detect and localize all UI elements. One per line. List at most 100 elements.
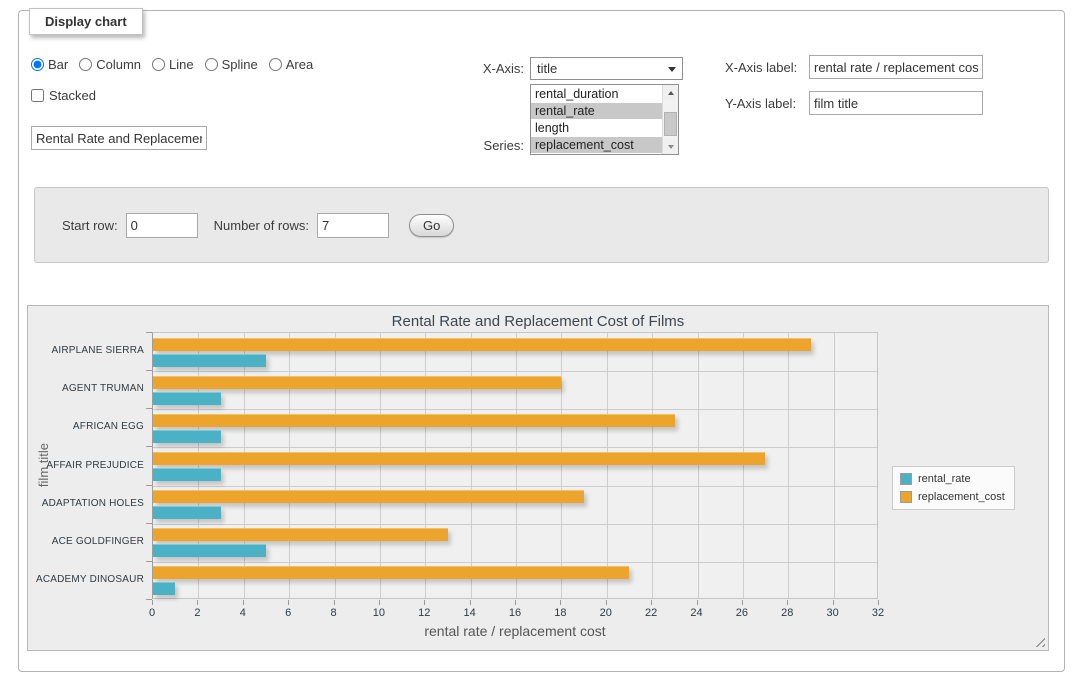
scrollbar-down-button[interactable]	[663, 139, 678, 154]
x-tick-label: 10	[373, 607, 385, 619]
x-tick-label: 14	[464, 607, 476, 619]
y-axis-label-input[interactable]	[809, 91, 983, 115]
bar-replacement_cost	[153, 452, 765, 465]
gridline	[652, 333, 653, 598]
gridline	[153, 562, 877, 563]
gridline	[425, 333, 426, 598]
y-axis-tick	[146, 370, 152, 371]
gridline	[834, 333, 835, 598]
x-axis-tick	[243, 600, 244, 605]
x-tick-label: 24	[690, 607, 702, 619]
chart-type-option-bar[interactable]: Bar	[31, 57, 68, 72]
bar-replacement_cost	[153, 338, 811, 351]
stacked-label: Stacked	[49, 88, 96, 103]
page: Display chart BarColumnLineSplineArea St…	[0, 0, 1081, 681]
x-axis-tick	[197, 600, 198, 605]
x-axis-tick	[742, 600, 743, 605]
bar-rental_rate	[153, 582, 175, 595]
series-option-length[interactable]: length	[531, 120, 662, 136]
number-of-rows-input[interactable]	[317, 213, 389, 238]
gridline	[289, 333, 290, 598]
category-label: ADAPTATION HOLES	[30, 498, 144, 510]
bar-replacement_cost	[153, 528, 448, 541]
number-of-rows-label: Number of rows:	[214, 218, 309, 233]
legend-entry-rental_rate: rental_rate	[900, 473, 1005, 485]
series-listbox[interactable]: rental_durationrental_ratelengthreplacem…	[530, 84, 679, 155]
chart-type-radio-area[interactable]	[269, 58, 282, 71]
series-option-replacement_cost[interactable]: replacement_cost	[531, 137, 662, 153]
x-tick-label: 26	[736, 607, 748, 619]
x-axis-tick	[470, 600, 471, 605]
gridline	[153, 524, 877, 525]
x-axis-tick	[515, 600, 516, 605]
go-button[interactable]: Go	[409, 214, 454, 237]
y-axis-tick	[146, 485, 152, 486]
legend-label: rental_rate	[912, 473, 971, 485]
scrollbar-thumb[interactable]	[664, 112, 677, 136]
x-axis-tick	[152, 600, 153, 605]
resize-grip-icon[interactable]	[1032, 634, 1045, 647]
gridline	[244, 333, 245, 598]
x-axis-title: rental rate / replacement cost	[152, 623, 878, 639]
chart-type-label: Bar	[48, 57, 68, 72]
legend-entry-replacement_cost: replacement_cost	[900, 491, 1005, 503]
gridline	[743, 333, 744, 598]
y-axis-tick	[146, 523, 152, 524]
gridline	[698, 333, 699, 598]
chart-type-option-line[interactable]: Line	[152, 57, 194, 72]
x-axis-tick	[833, 600, 834, 605]
chart-type-label: Area	[286, 57, 313, 72]
chart-legend: rental_rate replacement_cost	[892, 466, 1015, 510]
legend-swatch	[900, 473, 912, 485]
chart-type-option-column[interactable]: Column	[79, 57, 141, 72]
x-tick-label: 32	[872, 607, 884, 619]
x-tick-label: 28	[781, 607, 793, 619]
x-tick-label: 20	[600, 607, 612, 619]
gridline	[516, 333, 517, 598]
chart-type-label: Column	[96, 57, 141, 72]
x-axis-tick	[334, 600, 335, 605]
x-axis-tick	[379, 600, 380, 605]
chart-type-radio-column[interactable]	[79, 58, 92, 71]
stacked-checkbox-row[interactable]: Stacked	[31, 88, 96, 103]
gridline	[380, 333, 381, 598]
scrollbar-up-button[interactable]	[663, 85, 678, 100]
series-option-rental_duration[interactable]: rental_duration	[531, 86, 662, 102]
chevron-down-icon	[668, 67, 676, 72]
series-option-rental_rate[interactable]: rental_rate	[531, 103, 662, 119]
bar-rental_rate	[153, 468, 221, 481]
bar-rental_rate	[153, 354, 266, 367]
gridline	[153, 409, 877, 410]
chart-type-option-area[interactable]: Area	[269, 57, 313, 72]
chart-type-radio-bar[interactable]	[31, 58, 44, 71]
start-row-input[interactable]	[126, 213, 198, 238]
chart-type-radio-line[interactable]	[152, 58, 165, 71]
bar-rental_rate	[153, 506, 221, 519]
stacked-checkbox[interactable]	[31, 89, 44, 102]
category-label: AFFAIR PREJUDICE	[30, 460, 144, 472]
x-axis-label-input[interactable]	[809, 55, 983, 79]
chart-title-input[interactable]	[31, 126, 207, 150]
x-axis-select[interactable]: title	[530, 57, 683, 80]
series-select-label: Series:	[449, 138, 524, 153]
plot-area	[152, 332, 878, 599]
y-axis-tick	[146, 561, 152, 562]
x-tick-label: 4	[240, 607, 246, 619]
x-tick-label: 30	[827, 607, 839, 619]
bar-replacement_cost	[153, 566, 629, 579]
listbox-scrollbar[interactable]	[662, 85, 678, 154]
x-axis-select-value: title	[537, 61, 557, 76]
chart-type-option-spline[interactable]: Spline	[205, 57, 258, 72]
display-chart-fieldset: Display chart BarColumnLineSplineArea St…	[18, 10, 1065, 672]
x-tick-label: 18	[554, 607, 566, 619]
y-axis-tick	[146, 446, 152, 447]
bar-replacement_cost	[153, 376, 561, 389]
x-axis-tick	[424, 600, 425, 605]
chart-type-radio-group: Bar Column Line Spline Area	[31, 57, 313, 72]
gridline	[471, 333, 472, 598]
legend-swatch	[900, 491, 912, 503]
x-axis-tick	[787, 600, 788, 605]
rows-panel: Start row: Number of rows: Go	[34, 187, 1049, 263]
category-label: AFRICAN EGG	[30, 421, 144, 433]
chart-type-radio-spline[interactable]	[205, 58, 218, 71]
